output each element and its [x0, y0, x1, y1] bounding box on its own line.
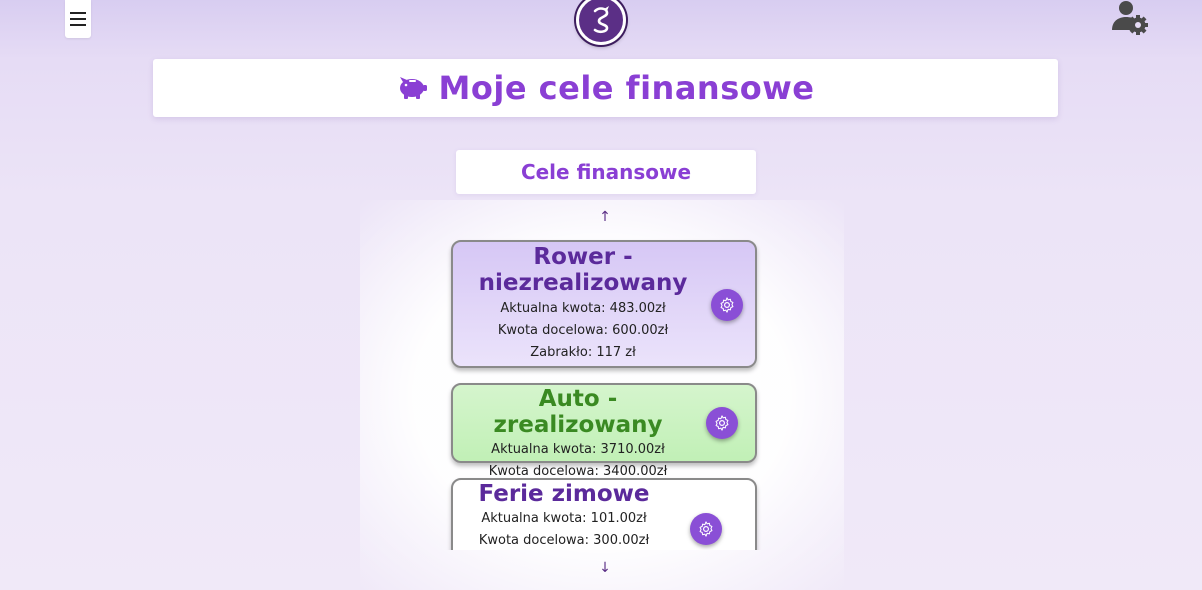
goal-target-amount: Kwota docelowa: 600.00zł — [497, 323, 669, 338]
page-title-card: Moje cele finansowe — [153, 59, 1058, 117]
goal-title: Ferie zimowe — [478, 481, 650, 507]
goal-settings-button[interactable] — [706, 407, 738, 439]
hamburger-icon[interactable] — [65, 0, 91, 38]
goal-card-rower[interactable]: Rower - niezrealizowany Aktualna kwota: … — [451, 240, 757, 368]
goals-list[interactable]: Rower - niezrealizowany Aktualna kwota: … — [440, 232, 770, 550]
page-title: Moje cele finansowe — [438, 69, 815, 107]
user-gear-icon[interactable] — [1110, 0, 1150, 38]
section-label: Cele finansowe — [456, 150, 756, 194]
gear-icon — [699, 521, 713, 537]
top-bar — [0, 0, 1202, 48]
dragon-logo[interactable] — [576, 0, 626, 45]
goal-current-amount: Aktualna kwota: 483.00zł — [500, 301, 666, 316]
gear-icon — [720, 297, 734, 313]
goal-title: Rower - niezrealizowany — [478, 244, 688, 296]
goal-current-amount: Aktualna kwota: 101.00zł — [481, 511, 647, 526]
arrow-down-icon[interactable]: ↓ — [596, 561, 614, 575]
goal-settings-button[interactable] — [690, 513, 722, 545]
arrow-up-icon[interactable]: ↑ — [596, 210, 614, 224]
goal-target-amount: Kwota docelowa: 300.00zł — [478, 533, 650, 548]
goal-settings-button[interactable] — [711, 289, 743, 321]
goal-missing-amount: Zabrakło: 117 zł — [530, 345, 636, 360]
gear-icon — [715, 415, 729, 431]
goal-current-amount: Aktualna kwota: 3710.00zł — [491, 442, 665, 457]
goal-card-ferie[interactable]: Ferie zimowe Aktualna kwota: 101.00zł Kw… — [451, 478, 757, 550]
goal-title: Auto - zrealizowany — [493, 386, 663, 438]
piggy-bank-icon — [399, 77, 427, 99]
goal-card-auto[interactable]: Auto - zrealizowany Aktualna kwota: 3710… — [451, 383, 757, 479]
